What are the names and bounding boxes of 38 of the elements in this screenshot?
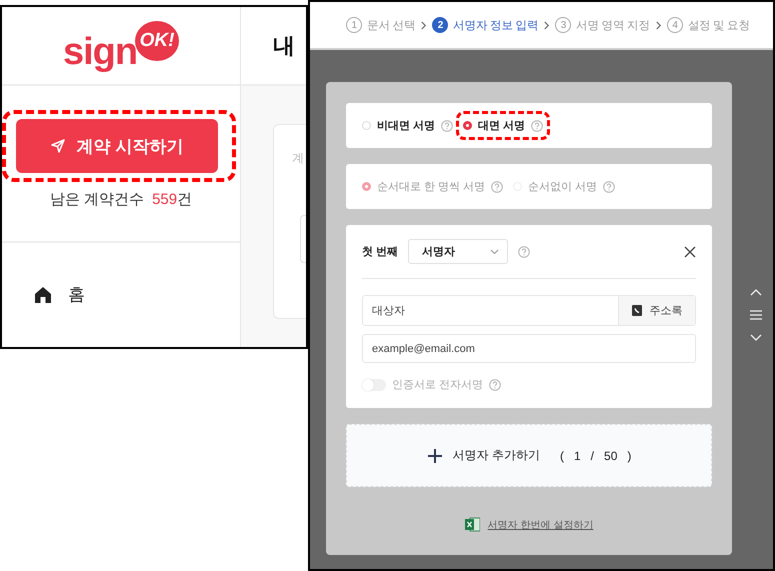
chevron-icon [654, 20, 662, 30]
email-field[interactable]: example@email.com [362, 334, 696, 363]
step-item[interactable]: 1 문서 선택 [346, 17, 416, 33]
bulk-setup-link[interactable]: 서명자 한번에 설정하기 [488, 518, 594, 532]
field-label: 계 [292, 151, 304, 165]
close-icon[interactable] [684, 246, 696, 258]
chevron-icon [543, 20, 550, 30]
help-icon[interactable] [441, 120, 454, 132]
radio-option[interactable]: 비대면 서명 [362, 118, 436, 133]
nav-item[interactable]: 홈 [2, 243, 240, 306]
help-icon[interactable] [603, 180, 616, 192]
paper-plane-icon [50, 139, 65, 153]
step-item[interactable]: 3 서명 영역 지정 [555, 17, 650, 33]
name-field[interactable]: 대상자 주소록 [362, 295, 696, 326]
chevron-icon [420, 20, 428, 30]
toggle-label: 인증서로 전자서명 [392, 378, 484, 392]
chevron-down-icon[interactable] [750, 334, 762, 342]
radio-option[interactable]: 대면 서명 [463, 118, 526, 133]
home-icon [34, 286, 52, 304]
help-icon[interactable] [518, 246, 530, 258]
add-signer-button[interactable]: 서명자 추가하기 ( 1 / 50 ) [346, 424, 712, 487]
menu-icon[interactable] [750, 310, 762, 320]
spreadsheet-icon [464, 517, 480, 532]
signer-order: 첫 번째 [362, 245, 398, 259]
phone-book-icon [632, 305, 642, 316]
start-contract-button[interactable]: 계약 시작하기 [16, 119, 218, 173]
help-icon[interactable] [491, 180, 504, 192]
chevron-up-icon[interactable] [750, 288, 762, 296]
step-item[interactable]: 4 설정 및 요청 [666, 17, 750, 33]
page-title: 내 [273, 32, 295, 60]
role-dropdown[interactable]: 서명자 [408, 239, 508, 264]
plus-icon [426, 448, 443, 464]
help-icon[interactable] [489, 378, 502, 390]
address-book-button[interactable]: 주소록 [618, 296, 695, 325]
step-item[interactable]: 2 서명자 정보 입력 [432, 17, 538, 33]
caret-icon [490, 248, 500, 254]
help-icon[interactable] [531, 120, 544, 132]
input-field[interactable] [300, 215, 306, 263]
